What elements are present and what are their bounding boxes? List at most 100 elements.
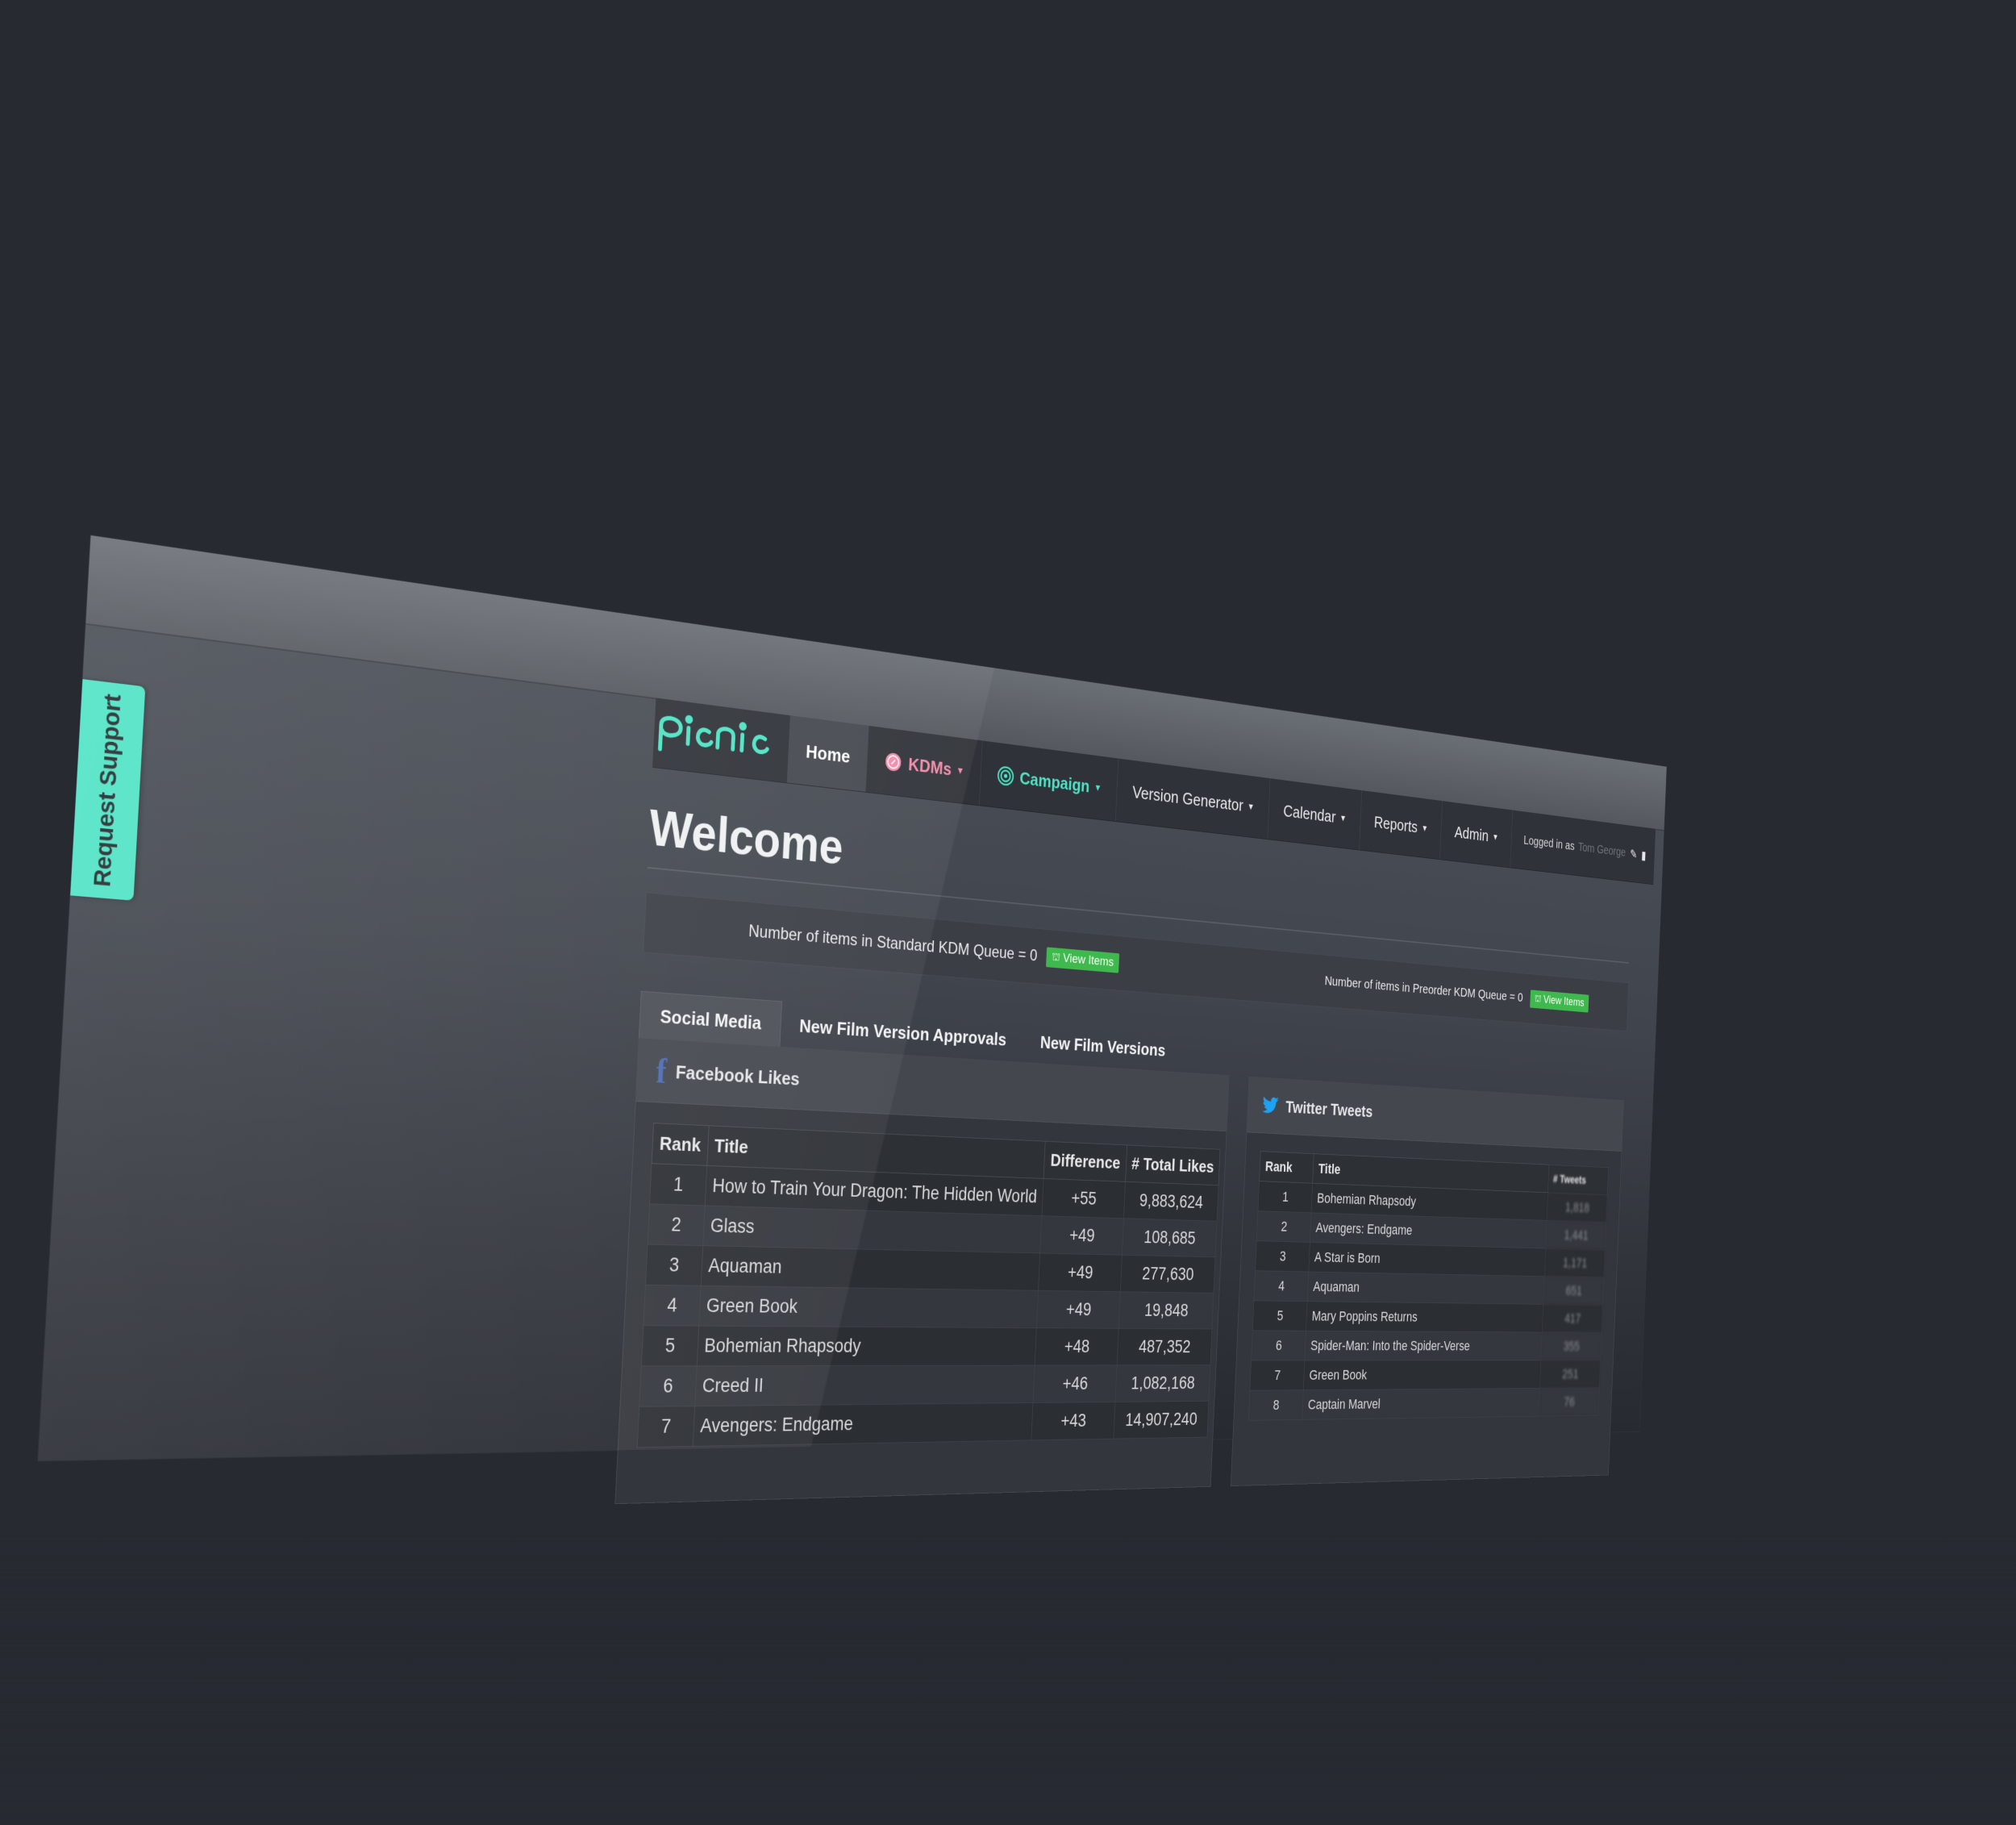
title-cell: Mary Poppins Returns [1306,1302,1543,1332]
logged-in-label: Logged in as [1523,833,1575,853]
view-items-label: View Items [1063,951,1114,969]
chevron-down-icon: ▼ [956,765,964,777]
rank-cell: 7 [637,1406,694,1448]
view-standard-items-button[interactable]: ⛫ View Items [1046,947,1119,973]
rank-cell: 2 [1256,1211,1311,1243]
column-header[interactable]: Rank [652,1123,709,1166]
logged-in-user[interactable]: Tom George [1578,840,1627,860]
total-likes-cell: 14,907,240 [1114,1401,1209,1439]
table-row[interactable]: 5 Mary Poppins Returns 417 [1252,1301,1602,1333]
column-header[interactable]: # Tweets [1548,1165,1609,1195]
title-cell: Spider-Man: Into the Spider-Verse [1305,1331,1542,1360]
difference-cell: +46 [1033,1365,1117,1403]
tweets-cell: 1,818 [1547,1193,1607,1223]
difference-cell: +49 [1037,1290,1120,1328]
chevron-down-icon: ▼ [1421,823,1428,833]
rank-cell: 6 [1252,1331,1306,1360]
rank-cell: 4 [1254,1271,1309,1302]
standard-queue: Number of items in Standard KDM Queue = … [748,921,1120,973]
column-header[interactable]: Difference [1043,1141,1127,1181]
logout-icon[interactable]: ▮ [1641,848,1647,863]
title-cell: Aquaman [1307,1272,1544,1304]
view-items-label: View Items [1543,994,1585,1010]
total-likes-cell: 1,082,168 [1115,1365,1210,1402]
request-support-tab[interactable]: Request Support [70,679,145,901]
table-row[interactable]: 6 Spider-Man: Into the Spider-Verse 355 [1252,1331,1602,1360]
total-likes-cell: 9,883,624 [1123,1181,1218,1221]
tweets-cell: 251 [1539,1360,1600,1389]
chevron-down-icon: ▼ [1492,831,1498,842]
table-row[interactable]: 8 Captain Marvel 76 [1248,1388,1599,1420]
twitter-tweets-panel: Twitter Tweets Rank Title # Tweets 1 Boh… [1231,1077,1624,1486]
nav-home-label: Home [806,740,851,767]
column-header[interactable]: Rank [1260,1152,1314,1184]
standard-queue-label: Number of items in Standard KDM Queue = … [748,922,1038,966]
column-header[interactable]: # Total Likes [1125,1145,1220,1185]
nav-calendar[interactable]: Calendar ▼ [1268,778,1362,849]
difference-cell: +49 [1039,1253,1122,1292]
table-row[interactable]: 7 Green Book 251 [1250,1360,1601,1390]
target-icon [997,765,1014,786]
nav-admin-label: Admin [1454,823,1489,845]
title-cell: Captain Marvel [1302,1388,1540,1419]
table-row[interactable]: 7 Avengers: Endgame +43 14,907,240 [637,1401,1209,1447]
pencil-icon[interactable]: ✎ [1630,846,1638,861]
scene: Request Support Home KDMs ▼ Campaign ▼ V… [0,0,2016,1825]
nav-kdms[interactable]: KDMs ▼ [866,726,982,805]
nav-campaign-label: Campaign [1019,768,1090,797]
picnic-logo[interactable] [652,690,785,785]
bottom-fade-overlay [0,1535,2016,1825]
total-likes-cell: 19,848 [1118,1292,1214,1329]
rank-cell: 5 [641,1326,698,1366]
title-cell: A Star is Born [1309,1242,1546,1276]
table-row[interactable]: 4 Aquaman 651 [1254,1271,1604,1306]
key-icon [884,751,902,773]
tweets-cell: 1,441 [1546,1220,1606,1250]
facebook-icon: f [655,1051,667,1091]
app-window: Request Support Home KDMs ▼ Campaign ▼ V… [38,535,1667,1461]
title-cell: Bohemian Rhapsody [697,1326,1037,1366]
tweets-cell: 76 [1539,1388,1599,1416]
page-title: Welcome [648,798,844,875]
total-likes-cell: 108,685 [1122,1219,1217,1257]
difference-cell: +55 [1042,1178,1125,1218]
rank-cell: 8 [1248,1390,1303,1421]
table-row[interactable]: 6 Creed II +46 1,082,168 [639,1365,1210,1407]
nav-admin[interactable]: Admin ▼ [1440,801,1513,867]
difference-cell: +43 [1031,1402,1115,1440]
twitter-tweets-table: Rank Title # Tweets 1 Bohemian Rhapsody … [1248,1151,1609,1421]
preorder-queue-label: Number of items in Preorder KDM Queue = … [1324,973,1523,1005]
picnic-logo-icon [653,705,777,769]
table-row[interactable]: 4 Green Book +49 19,848 [644,1285,1214,1329]
rank-cell: 7 [1250,1360,1305,1390]
chevron-down-icon: ▼ [1093,781,1102,793]
tweets-cell: 651 [1543,1277,1604,1306]
difference-cell: +48 [1035,1328,1118,1365]
preorder-queue: Number of items in Preorder KDM Queue = … [1324,972,1589,1013]
rank-cell: 4 [644,1285,701,1326]
twitter-bird-icon [1262,1096,1280,1116]
binoculars-icon: ⛫ [1535,994,1542,1006]
rank-cell: 1 [650,1164,707,1206]
total-likes-cell: 277,630 [1120,1255,1215,1293]
rank-cell: 3 [1256,1241,1310,1272]
difference-cell: +49 [1040,1216,1123,1256]
nav-reports-label: Reports [1374,812,1418,836]
tweets-cell: 417 [1542,1304,1602,1332]
binoculars-icon: ⛫ [1052,951,1060,965]
request-support-label: Request Support [89,693,127,888]
chevron-down-icon: ▼ [1248,801,1255,812]
tweets-cell: 355 [1541,1332,1602,1360]
tab-social-media[interactable]: Social Media [639,991,782,1047]
rank-cell: 5 [1252,1301,1307,1331]
view-preorder-items-button[interactable]: ⛫ View Items [1530,990,1589,1012]
facebook-likes-panel: f Facebook Likes Rank Title Difference #… [614,1038,1229,1504]
nav-home[interactable]: Home [787,715,869,792]
twitter-panel-header: Twitter Tweets [1247,1077,1623,1152]
title-cell: Green Book [1303,1360,1541,1390]
rank-cell: 6 [639,1366,697,1406]
nav-reports[interactable]: Reports ▼ [1360,790,1443,859]
total-likes-cell: 487,352 [1117,1328,1212,1365]
nav-calendar-label: Calendar [1283,801,1336,827]
table-row[interactable]: 5 Bohemian Rhapsody +48 487,352 [641,1326,1212,1366]
